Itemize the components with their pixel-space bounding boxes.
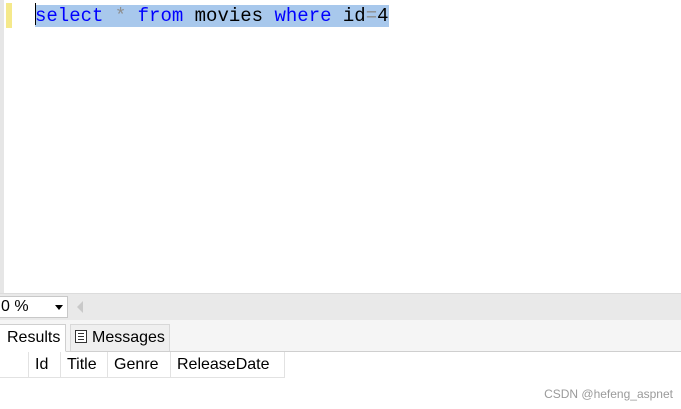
column-header-releasedate[interactable]: ReleaseDate [171,352,285,378]
table-name: movies [194,5,264,27]
column-name: id [342,5,366,27]
editor-left-margin [0,0,4,293]
tab-results[interactable]: Results [0,324,67,352]
zoom-value: 0 % [1,298,29,315]
column-header-id[interactable]: Id [29,352,61,378]
query-editor[interactable]: select * from movies where id=4 [0,0,681,293]
column-header-title[interactable]: Title [61,352,108,378]
star-operator: * [114,5,127,27]
tab-messages-label: Messages [92,329,165,346]
results-tab-strip: Results Messages [0,320,681,352]
tab-results-label: Results [7,329,61,346]
code-line-1[interactable]: select * from movies where id=4 [35,3,389,28]
change-indicator-bar [6,3,12,28]
keyword-select: select [35,5,104,27]
column-header-genre[interactable]: Genre [108,352,171,378]
equals-operator: = [365,5,378,27]
watermark-text: CSDN @hefeng_aspnet [544,387,673,401]
zoom-dropdown[interactable]: 0 % [0,296,68,318]
scroll-left-arrow-icon[interactable] [77,301,83,313]
editor-status-bar: 0 % [0,293,681,320]
grid-header-row: Id Title Genre ReleaseDate [0,352,285,378]
filter-value: 4 [377,5,389,27]
keyword-where: where [274,5,332,27]
messages-icon [75,330,87,343]
selected-text[interactable]: select * from movies where id=4 [35,3,389,27]
keyword-from: from [137,5,184,27]
chevron-down-icon[interactable] [55,305,63,310]
row-header-corner[interactable] [0,352,29,378]
tab-messages[interactable]: Messages [70,324,170,351]
